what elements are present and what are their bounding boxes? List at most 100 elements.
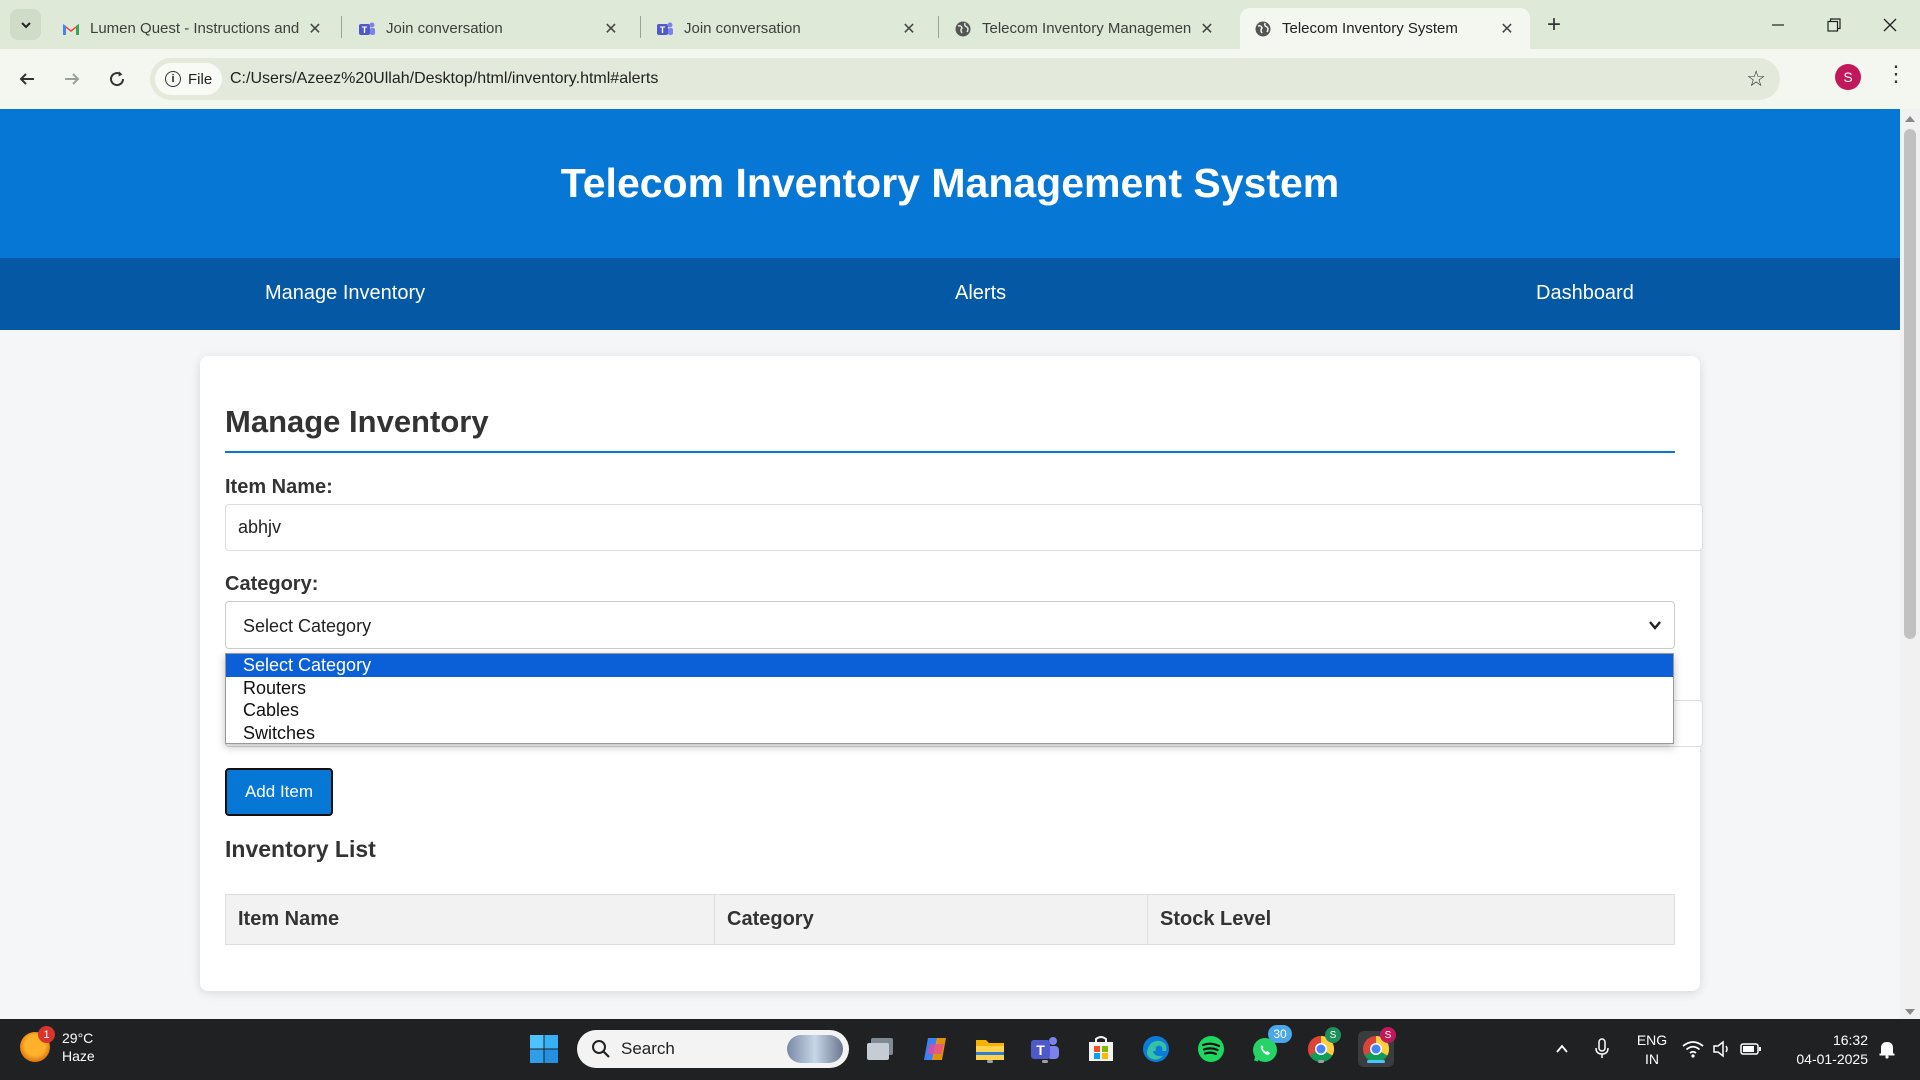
url-text[interactable]: C:/Users/Azeez%20Ullah/Desktop/html/inve…: [230, 70, 658, 88]
whatsapp-button[interactable]: 30: [1248, 1025, 1292, 1067]
column-header-category: Category: [714, 894, 1148, 945]
address-bar[interactable]: i File C:/Users/Azeez%20Ullah/Desktop/ht…: [150, 58, 1780, 100]
task-view-icon: [867, 1038, 893, 1060]
battery-button[interactable]: [1737, 1031, 1765, 1067]
chevron-up-icon: [1556, 1044, 1568, 1053]
chevron-down-icon: [20, 21, 31, 28]
item-name-input[interactable]: [225, 504, 1703, 551]
language-indicator[interactable]: ENG IN: [1634, 1031, 1670, 1069]
tab-teams-2[interactable]: T Join conversation ✕: [642, 8, 932, 49]
site-nav: Manage Inventory Alerts Dashboard: [0, 258, 1900, 330]
table-header-row: Item Name Category Stock Level: [225, 894, 1675, 945]
column-header-stock-level: Stock Level: [1147, 894, 1675, 945]
file-explorer-button[interactable]: [972, 1031, 1008, 1067]
page-scrollbar[interactable]: [1900, 109, 1920, 1019]
microsoft-store-icon: [1089, 1036, 1113, 1061]
tab-title: Lumen Quest - Instructions and: [90, 20, 300, 37]
minimize-button[interactable]: [1750, 0, 1806, 49]
svg-text:T: T: [362, 25, 368, 35]
weather-temperature: 29°C: [62, 1030, 94, 1046]
wifi-button[interactable]: [1679, 1031, 1707, 1067]
category-label: Category:: [225, 573, 319, 595]
add-item-button[interactable]: Add Item: [225, 768, 333, 816]
tab-separator: [341, 16, 342, 38]
dropdown-option[interactable]: Select Category: [226, 654, 1673, 677]
chevron-down-icon: [1649, 621, 1661, 630]
clock-time: 16:32: [1832, 1032, 1868, 1048]
dropdown-option[interactable]: Switches: [226, 722, 1673, 745]
chrome-profile-2-button[interactable]: S: [1358, 1027, 1396, 1067]
volume-button[interactable]: [1708, 1031, 1736, 1067]
chrome-profile-1-button[interactable]: S: [1303, 1027, 1341, 1067]
microphone-button[interactable]: [1584, 1031, 1620, 1067]
show-hidden-icons-button[interactable]: [1544, 1031, 1580, 1067]
store-button[interactable]: [1083, 1031, 1119, 1067]
running-indicator: [1318, 1060, 1324, 1063]
running-indicator: [1042, 1060, 1048, 1063]
notifications-button[interactable]: [1872, 1031, 1902, 1067]
teams-taskbar-button[interactable]: T: [1027, 1031, 1063, 1067]
notification-badge: 30: [1268, 1025, 1292, 1043]
section-title: Manage Inventory: [225, 404, 489, 439]
scrollbar-thumb[interactable]: [1904, 129, 1916, 639]
copilot-button[interactable]: [917, 1031, 953, 1067]
windows-taskbar: 1 29°C Haze Search T 30 S S ENG IN 16:32…: [0, 1019, 1920, 1080]
profile-badge-icon: S: [1380, 1027, 1396, 1043]
nav-link-manage-inventory[interactable]: Manage Inventory: [265, 282, 425, 305]
close-icon[interactable]: ✕: [1498, 20, 1516, 38]
copilot-icon: [924, 1038, 946, 1060]
nav-link-alerts[interactable]: Alerts: [955, 282, 1006, 305]
back-button[interactable]: [11, 63, 43, 95]
reload-button[interactable]: [101, 63, 133, 95]
tab-gmail[interactable]: Lumen Quest - Instructions and ✕: [48, 8, 338, 49]
category-selected-value: Select Category: [243, 616, 372, 636]
teams-icon: T: [359, 22, 375, 35]
close-icon: [1883, 18, 1897, 31]
task-view-button[interactable]: [862, 1031, 898, 1067]
close-icon[interactable]: ✕: [602, 20, 620, 38]
category-select[interactable]: Select Category: [225, 601, 1675, 649]
spotify-button[interactable]: [1193, 1031, 1229, 1067]
tab-telecom-active[interactable]: Telecom Inventory System ✕: [1240, 8, 1530, 49]
svg-text:T: T: [1036, 1042, 1045, 1058]
close-icon[interactable]: ✕: [900, 20, 918, 38]
start-button[interactable]: [526, 1031, 562, 1067]
dropdown-option[interactable]: Routers: [226, 677, 1673, 700]
bookmark-star-icon[interactable]: ☆: [1746, 66, 1766, 92]
forward-arrow-icon: [65, 73, 80, 85]
nav-link-dashboard[interactable]: Dashboard: [1536, 282, 1634, 305]
close-icon[interactable]: ✕: [306, 20, 324, 38]
globe-icon: [955, 21, 971, 36]
site-info-chip[interactable]: i File: [155, 63, 223, 95]
edge-button[interactable]: [1138, 1031, 1174, 1067]
tab-title: Join conversation: [386, 20, 503, 37]
restore-button[interactable]: [1806, 0, 1862, 49]
tab-telecom-1[interactable]: Telecom Inventory Managemen ✕: [940, 8, 1230, 49]
tab-title: Join conversation: [684, 20, 801, 37]
close-icon[interactable]: ✕: [1198, 20, 1216, 38]
browser-tab-strip: Lumen Quest - Instructions and ✕ T Join …: [0, 0, 1920, 49]
menu-kebab-icon[interactable]: ⋮: [1885, 63, 1907, 85]
profile-avatar[interactable]: S: [1835, 64, 1861, 90]
wifi-icon: [1682, 1041, 1704, 1058]
tab-teams-1[interactable]: T Join conversation ✕: [344, 8, 634, 49]
taskbar-search-box[interactable]: Search: [577, 1030, 849, 1068]
scroll-down-arrow-icon[interactable]: [1905, 1009, 1915, 1015]
dropdown-option[interactable]: Cables: [226, 699, 1673, 722]
forward-button[interactable]: [56, 63, 88, 95]
system-clock[interactable]: 16:32 04-01-2025: [1780, 1031, 1868, 1069]
scroll-up-arrow-icon[interactable]: [1905, 116, 1915, 122]
close-window-button[interactable]: [1862, 0, 1918, 49]
new-tab-button[interactable]: +: [1540, 11, 1568, 39]
site-title: Telecom Inventory Management System: [560, 160, 1340, 206]
tab-separator: [938, 16, 939, 38]
language-code: ENG: [1636, 1032, 1668, 1048]
tab-title: Telecom Inventory System: [1282, 20, 1458, 37]
clock-date: 04-01-2025: [1796, 1051, 1868, 1067]
weather-widget[interactable]: 1 29°C Haze: [20, 1026, 95, 1065]
tab-search-button[interactable]: [10, 9, 41, 40]
inventory-list-title: Inventory List: [225, 836, 376, 862]
battery-icon: [1740, 1043, 1761, 1055]
item-name-label: Item Name:: [225, 476, 333, 498]
inventory-table: Item Name Category Stock Level: [225, 894, 1675, 945]
